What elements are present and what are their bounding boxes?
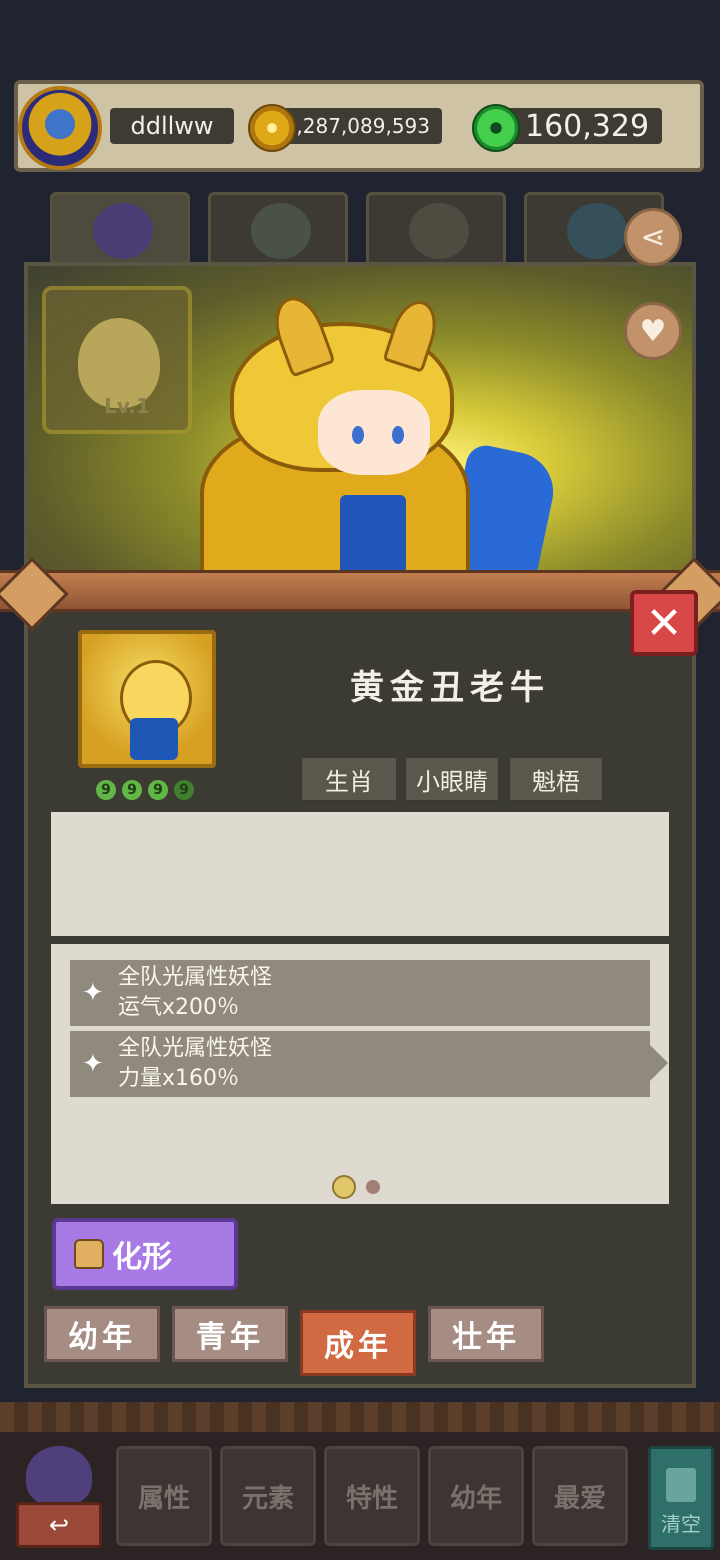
stage-tab-prime[interactable]: 壮年 (428, 1306, 544, 1362)
growth-dot: 9 (122, 780, 142, 800)
close-icon: ✕ (645, 597, 683, 649)
back-button[interactable]: ↩ (12, 1440, 102, 1550)
crystal-icon (567, 203, 627, 259)
skill-row: ✦ 全队光属性妖怪 运气x200％ (70, 960, 650, 1026)
coin-icon (248, 104, 296, 152)
tab-food[interactable] (366, 192, 506, 268)
description-box (51, 812, 669, 936)
character-face (318, 390, 430, 475)
stage-tab-adult[interactable]: 成年 (300, 1310, 416, 1376)
player-avatar[interactable] (18, 86, 102, 170)
filter-element-button[interactable]: 元素 (220, 1446, 316, 1546)
sparkle-icon: ✦ (82, 978, 104, 1008)
tab-monsters[interactable] (50, 192, 190, 268)
sparkle-icon: ✦ (82, 1049, 104, 1079)
trait-tag-zodiac: 生肖 (302, 758, 396, 803)
monster-name: 黄金丑老牛 (350, 668, 550, 708)
transform-button[interactable]: 化形 (52, 1218, 238, 1290)
rope-border (0, 1402, 720, 1432)
username-label: ddllww (110, 108, 234, 144)
character-eye-left (352, 426, 364, 444)
jade-gem-icon (472, 104, 520, 152)
coin-count: 4,287,089,593 (282, 108, 442, 144)
back-arrow-icon: ↩ (16, 1502, 102, 1548)
filter-stage-button[interactable]: 幼年 (428, 1446, 524, 1546)
skill-target: 全队光属性妖怪 (118, 965, 273, 990)
filter-attribute-button[interactable]: 属性 (116, 1446, 212, 1546)
gem-count: 160,329 (505, 108, 662, 144)
heart-icon: ♥ (639, 313, 667, 349)
clear-button[interactable]: 清空 (648, 1446, 714, 1550)
clear-label: 清空 (661, 1512, 701, 1536)
next-page-arrow-icon[interactable] (650, 1045, 668, 1081)
favorite-button[interactable]: ♥ (624, 302, 682, 360)
filter-trait-button[interactable]: 特性 (324, 1446, 420, 1546)
share-button[interactable]: ⋖ (624, 208, 682, 266)
filter-favorite-button[interactable]: 最爱 (532, 1446, 628, 1546)
skill-effect: 力量x160％ (118, 1066, 240, 1091)
tab-elements[interactable] (208, 192, 348, 268)
bowl-icon (409, 203, 469, 259)
skill-effect: 运气x200％ (118, 995, 240, 1020)
share-icon: ⋖ (640, 219, 666, 255)
lock-icon (74, 1239, 104, 1269)
growth-dot: 9 (148, 780, 168, 800)
transform-label: 化形 (112, 1240, 172, 1275)
trait-tag-burly: 魁梧 (510, 758, 602, 803)
stage-tab-infant[interactable]: 幼年 (44, 1306, 160, 1362)
page-indicator-active[interactable] (332, 1175, 356, 1199)
trash-icon (666, 1468, 696, 1502)
page-indicator[interactable] (366, 1180, 380, 1194)
stage-tab-youth[interactable]: 青年 (172, 1306, 288, 1362)
character-eye-right (392, 426, 404, 444)
section-divider (0, 570, 720, 612)
skill-row: ✦ 全队光属性妖怪 力量x160％ (70, 1031, 650, 1097)
skill-target: 全队光属性妖怪 (118, 1036, 273, 1061)
monster-icon (93, 203, 153, 259)
portrait-chest (130, 718, 178, 760)
level-label: Lv.1 (104, 394, 150, 418)
growth-dots: 9 9 9 9 (96, 780, 196, 802)
growth-dot: 9 (174, 780, 194, 800)
trait-tag-small-eyes: 小眼睛 (406, 758, 498, 803)
monster-mascot-icon (26, 1446, 92, 1506)
element-icon (251, 203, 311, 259)
close-button[interactable]: ✕ (630, 590, 698, 656)
growth-dot: 9 (96, 780, 116, 800)
